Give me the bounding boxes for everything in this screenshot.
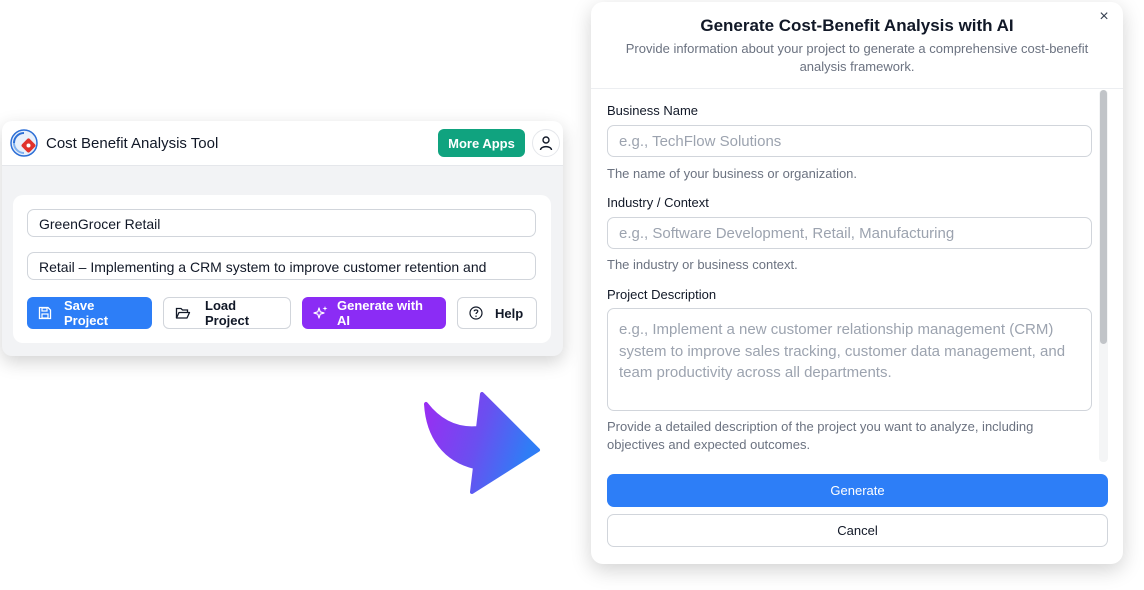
project-form: GreenGrocer Retail Retail – Implementing… [13,195,551,343]
app-logo-icon [10,129,38,157]
project-description-textarea[interactable]: e.g., Implement a new customer relations… [607,308,1092,411]
load-project-label: Load Project [205,298,250,328]
arrow-right-icon [424,392,540,494]
dialog-title: Generate Cost-Benefit Analysis with AI [700,16,1014,35]
industry-help: The industry or business context. [607,257,798,272]
help-circle-icon [469,306,483,320]
business-name-label: Business Name [607,103,699,118]
help-button[interactable]: Help [457,297,537,329]
generate-with-ai-button[interactable]: Generate with AI [302,297,446,329]
generate-dialog: × Generate Cost-Benefit Analysis with AI… [591,2,1123,564]
sparkles-icon [313,306,328,319]
app-window: Cost Benefit Analysis Tool More Apps Gre… [2,121,563,356]
generate-with-ai-label: Generate with AI [337,298,423,328]
business-name-field[interactable]: GreenGrocer Retail [27,209,536,237]
project-context-field[interactable]: Retail – Implementing a CRM system to im… [27,252,536,280]
dialog-subtitle: Provide information about your project t… [625,41,1089,74]
save-icon [38,306,52,320]
project-description-label: Project Description [607,287,717,302]
industry-input[interactable]: e.g., Software Development, Retail, Manu… [607,217,1092,249]
generate-button[interactable]: Generate [607,474,1108,507]
dialog-form: Business Name e.g., TechFlow Solutions T… [591,89,1111,461]
folder-open-icon [175,307,191,319]
save-project-label: Save Project [64,298,109,328]
business-name-help: The name of your business or organizatio… [607,166,858,181]
help-label: Help [495,305,524,321]
cancel-button[interactable]: Cancel [607,514,1108,547]
user-button[interactable] [532,129,560,157]
app-header: Cost Benefit Analysis Tool More Apps [2,121,563,166]
business-name-input[interactable]: e.g., TechFlow Solutions [607,125,1092,157]
save-project-button[interactable]: Save Project [27,297,152,329]
user-icon [539,136,553,151]
app-title: Cost Benefit Analysis Tool [46,135,219,152]
more-apps-button[interactable]: More Apps [438,129,525,157]
industry-label: Industry / Context [607,195,709,210]
project-description-help: Provide a detailed description of the pr… [607,419,1034,452]
load-project-button[interactable]: Load Project [163,297,291,329]
